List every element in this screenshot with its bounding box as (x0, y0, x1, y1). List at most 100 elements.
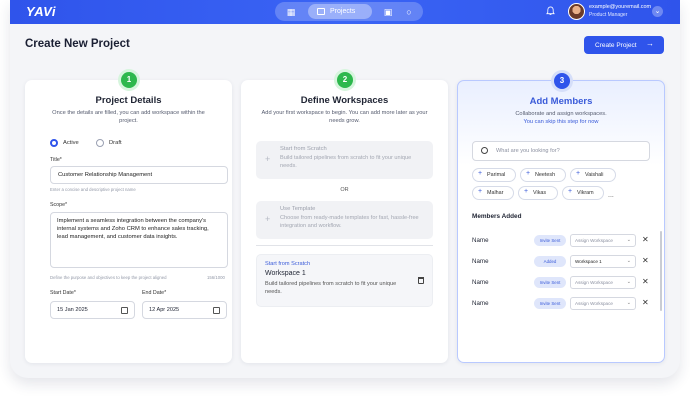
plus-icon: + (478, 170, 483, 177)
close-icon[interactable]: ✕ (642, 256, 649, 265)
chevron-down-icon[interactable]: ⌄ (652, 6, 663, 17)
scope-char-count: 156/1000 (207, 275, 225, 280)
member-row: Name Invite Sent Assign Workspace ⌄ ✕ (472, 276, 652, 290)
radio-label-active: Active (63, 140, 79, 146)
nav-projects[interactable]: Projects (308, 4, 372, 19)
workspace-card[interactable]: Start from Scratch Workspace 1 Build tai… (256, 254, 433, 307)
arrow-right-icon: → (646, 39, 654, 48)
start-date-input[interactable]: 15 Jan 2025 (50, 301, 135, 319)
member-search-input[interactable]: What are you looking for? (472, 141, 650, 161)
workspace-source: Start from Scratch (265, 261, 311, 267)
card-desc-define-workspaces: Add your first workspace to begin. You c… (261, 110, 428, 124)
member-row: Name Added Workspace 1 ⌄ ✕ (472, 255, 652, 269)
start-date-label: Start Date* (50, 290, 76, 296)
box-icon[interactable]: ▣ (382, 6, 394, 18)
members-added-title: Members Added (472, 213, 522, 220)
card-title-define-workspaces: Define Workspaces (300, 95, 389, 106)
create-project-label: Create Project (595, 41, 637, 49)
member-chip[interactable]: + Vaishali (570, 168, 616, 182)
radio-label-draft: Draft (109, 140, 122, 146)
assign-workspace-value: Assign Workspace (575, 238, 613, 243)
user-email: example@youremail.com (589, 4, 652, 10)
plus-icon: + (568, 188, 573, 195)
member-chip-label: Malhar (487, 190, 504, 196)
step-badge-1: 1 (121, 72, 137, 88)
assign-workspace-value: Assign Workspace (575, 280, 613, 285)
status-badge: Invite Sent (534, 298, 566, 309)
skip-step-link[interactable]: You can skip this step for now (523, 119, 598, 125)
member-chip-label: Parimal (487, 172, 506, 178)
member-chip-label: Neetesh (535, 172, 556, 178)
start-from-scratch-option[interactable]: + Start from Scratch Build tailored pipe… (256, 141, 433, 179)
end-date-input[interactable]: 12 Apr 2025 (142, 301, 227, 319)
end-date-value: 12 Apr 2025 (149, 307, 180, 313)
top-bar: YAVi ▦ Projects ▣ ○ example@youremail.co… (10, 0, 680, 24)
create-project-button[interactable]: Create Project → (584, 36, 664, 54)
end-date-label: End Date* (142, 290, 167, 296)
scope-hint: Define the purpose and objectives to kee… (50, 275, 167, 280)
member-row: Name Invite Sent Assign Workspace ⌄ ✕ (472, 234, 652, 248)
radio-active[interactable]: Active (50, 139, 79, 147)
member-chip[interactable]: + Malhar (472, 186, 514, 200)
assign-workspace-select[interactable]: Assign Workspace ⌄ (570, 276, 636, 289)
divider (256, 245, 433, 246)
scratch-title: Start from Scratch (280, 146, 327, 152)
use-template-option[interactable]: + Use Template Choose from ready-made te… (256, 201, 433, 239)
plus-icon: + (265, 154, 271, 164)
plus-icon: + (478, 188, 483, 195)
more-members[interactable]: ... (608, 192, 614, 199)
calendar-icon (121, 307, 128, 314)
assign-workspace-select[interactable]: Workspace 1 ⌄ (570, 255, 636, 268)
step-badge-3: 3 (554, 73, 570, 89)
workspace-desc: Build tailored pipelines from scratch to… (265, 281, 397, 295)
add-members-desc: Collaborate and assign workspaces. (515, 111, 607, 117)
close-icon[interactable]: ✕ (642, 277, 649, 286)
user-avatar[interactable] (568, 3, 585, 20)
radio-draft[interactable]: Draft (96, 139, 122, 147)
grid-icon[interactable]: ▦ (285, 6, 297, 18)
search-icon (481, 147, 488, 154)
member-name: Name (472, 258, 489, 265)
close-icon[interactable]: ✕ (642, 235, 649, 244)
assign-workspace-value: Assign Workspace (575, 301, 613, 306)
scope-textarea[interactable]: Implement a seamless integration between… (50, 212, 228, 268)
member-chip[interactable]: + Neetesh (520, 168, 566, 182)
member-name: Name (472, 237, 489, 244)
chevron-down-icon: ⌄ (626, 258, 631, 264)
status-badge: Invite Sent (534, 235, 566, 246)
step-badge-2: 2 (337, 72, 353, 88)
user-role: Product Manager (589, 12, 628, 18)
member-chip[interactable]: + Parimal (472, 168, 516, 182)
nav-pill: ▦ Projects ▣ ○ (275, 2, 423, 21)
app-logo[interactable]: YAVi (26, 4, 56, 19)
assign-workspace-value: Workspace 1 (575, 259, 602, 264)
plus-icon: + (576, 170, 581, 177)
close-icon[interactable]: ✕ (642, 298, 649, 307)
bell-icon[interactable] (546, 6, 555, 16)
add-members-card: 3 Add Members Collaborate and assign wor… (457, 73, 665, 363)
member-chip[interactable]: + Vikas (518, 186, 558, 200)
status-badge: Invite Sent (534, 277, 566, 288)
nav-projects-label: Projects (330, 8, 356, 15)
trash-icon[interactable] (418, 277, 424, 284)
search-icon[interactable]: ○ (403, 6, 415, 18)
members-scrollbar[interactable] (660, 231, 662, 311)
search-placeholder: What are you looking for? (496, 148, 560, 154)
workspace-name: Workspace 1 (265, 270, 306, 277)
radio-dot-active (50, 139, 58, 147)
define-workspaces-card: 2 Define Workspaces Add your first works… (241, 72, 448, 363)
assign-workspace-select[interactable]: Assign Workspace ⌄ (570, 297, 636, 310)
member-chip[interactable]: + Vikram (562, 186, 604, 200)
project-details-card: 1 Project Details Once the details are f… (25, 72, 232, 363)
title-input[interactable]: Customer Relationship Management (50, 166, 228, 184)
member-name: Name (472, 300, 489, 307)
scope-label: Scope* (50, 202, 68, 208)
template-desc: Choose from ready-made templates for fas… (280, 215, 419, 229)
status-badge: Added (534, 256, 566, 267)
template-title: Use Template (280, 206, 316, 212)
page-title: Create New Project (25, 38, 130, 50)
plus-icon: + (526, 170, 531, 177)
member-chip-label: Vaishali (585, 172, 604, 178)
chevron-down-icon: ⌄ (626, 279, 631, 285)
assign-workspace-select[interactable]: Assign Workspace ⌄ (570, 234, 636, 247)
